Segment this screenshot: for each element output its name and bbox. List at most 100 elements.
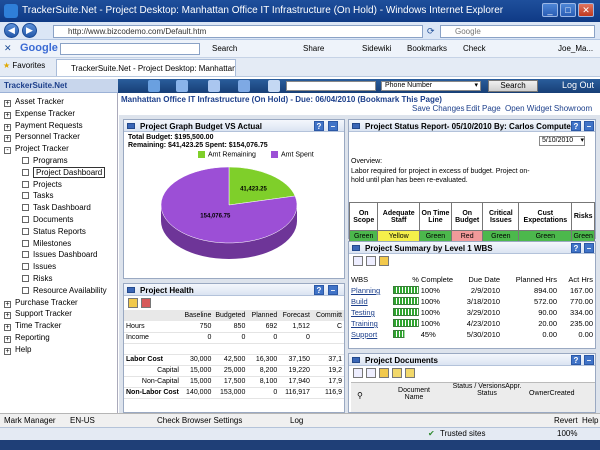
widget-showroom-link[interactable]: Open Widget Showroom (505, 104, 592, 113)
status-indicator[interactable]: Green (419, 230, 452, 242)
calendar-icon[interactable] (238, 80, 250, 92)
sidebar-item[interactable]: + Reporting (4, 333, 50, 343)
sidebar-item[interactable]: Milestones (22, 239, 71, 248)
col-status[interactable]: Status / VersionsAppr. Status (447, 383, 527, 397)
browser-tab[interactable]: TrackerSuite.Net - Project Desktop: Manh… (56, 59, 236, 76)
document-icon[interactable] (353, 256, 363, 266)
col-owner-created[interactable]: OwnerCreated (529, 390, 591, 397)
bookmarks-button[interactable]: Bookmarks (407, 44, 447, 53)
status-indicator[interactable]: Green (482, 230, 520, 242)
check-browser-link[interactable]: Check Browser Settings (157, 416, 242, 425)
sidebar-item[interactable]: Programs (22, 156, 68, 165)
google-search-input[interactable] (60, 43, 200, 55)
chart-icon[interactable] (208, 80, 220, 92)
favorites-button[interactable]: ★ Favorites (3, 61, 45, 70)
status-indicator[interactable]: Green (518, 230, 573, 242)
forward-button[interactable]: ▶ (22, 23, 37, 38)
wbs-link[interactable]: Training (351, 319, 378, 328)
sidebar-item[interactable]: + Expense Tracker (4, 109, 75, 119)
column-header[interactable]: Committ (311, 310, 344, 321)
app-search-input[interactable] (286, 81, 376, 91)
column-header[interactable]: Budgeted (213, 310, 248, 321)
copy-icon[interactable] (366, 368, 376, 378)
sidebar-item[interactable]: + Personnel Tracker (4, 132, 80, 143)
help-icon[interactable]: ? (571, 243, 581, 253)
sidebar-item[interactable]: + Help (4, 345, 31, 355)
share-button[interactable]: Share (303, 44, 324, 53)
sidebar-item[interactable]: + Payment Requests (4, 121, 83, 131)
edit-page-link[interactable]: Edit Page (466, 104, 501, 113)
browser-search-input[interactable]: Google (440, 25, 595, 38)
sidebar-item[interactable]: - Project Tracker (4, 144, 69, 155)
check-button[interactable]: Check (463, 44, 486, 53)
revert-link[interactable]: Revert (554, 416, 578, 425)
column-header[interactable]: Due Date (455, 274, 502, 285)
column-header[interactable] (124, 310, 181, 321)
sidebar-item[interactable]: Resource Availability (22, 286, 107, 295)
app-search-button[interactable]: Search (488, 80, 538, 92)
minimize-panel-icon[interactable]: – (584, 121, 594, 131)
sidewiki-button[interactable]: Sidewiki (362, 44, 391, 53)
column-header[interactable]: WBS (349, 274, 391, 285)
status-indicator[interactable]: Red (450, 230, 484, 242)
sidebar-item[interactable]: Risks (22, 274, 53, 283)
sidebar-item[interactable]: + Support Tracker (4, 309, 72, 320)
copy-icon[interactable] (366, 256, 376, 266)
close-button[interactable]: ✕ (578, 3, 594, 17)
column-header[interactable]: Act Hrs (559, 274, 595, 285)
column-header[interactable]: Baseline (180, 310, 214, 321)
wbs-link[interactable]: Testing (351, 308, 375, 317)
save-changes-link[interactable]: Save Changes (412, 104, 464, 113)
sidebar-item[interactable]: Tasks (22, 191, 53, 200)
col-document-name[interactable]: Document Name (389, 387, 439, 401)
sidebar-item[interactable]: Documents (22, 215, 73, 224)
wbs-link[interactable]: Build (351, 297, 368, 306)
status-indicator[interactable]: Yellow (377, 230, 421, 242)
column-header[interactable]: Planned Hrs (502, 274, 559, 285)
google-search-button[interactable]: Search (212, 44, 237, 53)
url-field[interactable]: http://www.bizcodemo.com/Default.htm (53, 25, 423, 38)
page-title[interactable]: Manhattan Office IT Infrastructure (On H… (121, 95, 442, 104)
column-header[interactable]: Planned (247, 310, 280, 321)
chart-edit-icon[interactable] (141, 298, 151, 308)
phone-number-select[interactable]: Phone Number ▾ (381, 81, 481, 91)
minimize-panel-icon[interactable]: – (584, 243, 594, 253)
wbs-link[interactable]: Planning (351, 286, 380, 295)
help-icon[interactable]: ? (571, 355, 581, 365)
sidebar-item[interactable]: Status Reports (22, 227, 86, 236)
zoom-level[interactable]: 100% (557, 429, 577, 438)
help-icon[interactable]: ? (314, 121, 324, 131)
column-header[interactable]: % Complete (391, 274, 455, 285)
status-indicator[interactable]: Green (571, 230, 595, 242)
back-button[interactable]: ◀ (4, 23, 19, 38)
help-link[interactable]: Help (582, 416, 598, 425)
checklist-icon[interactable] (268, 80, 280, 92)
minimize-button[interactable]: _ (542, 3, 558, 17)
sidebar-item[interactable]: Projects (22, 180, 62, 189)
sidebar-item[interactable]: Task Dashboard (22, 203, 91, 212)
sidebar-item[interactable]: + Asset Tracker (4, 97, 64, 107)
sidebar-item[interactable]: Issues (22, 262, 56, 271)
close-toolbar-icon[interactable]: ✕ (4, 43, 12, 54)
home-icon[interactable] (148, 80, 160, 92)
column-header[interactable]: Forecast (279, 310, 312, 321)
maximize-button[interactable]: □ (560, 3, 576, 17)
user-account[interactable]: Joe_Ma... (558, 44, 593, 53)
wbs-link[interactable]: Support (351, 330, 377, 339)
log-link[interactable]: Log (290, 416, 303, 425)
minimize-panel-icon[interactable]: – (328, 121, 338, 131)
sidebar-item[interactable]: Issues Dashboard (22, 250, 97, 259)
unlock-icon[interactable] (405, 368, 415, 378)
report-date-select[interactable]: 5/10/2010 ▾ (539, 136, 585, 146)
folder-icon[interactable] (379, 256, 389, 266)
minimize-panel-icon[interactable]: – (328, 285, 338, 295)
folder-icon[interactable] (379, 368, 389, 378)
help-icon[interactable]: ? (571, 121, 581, 131)
sidebar-item[interactable]: + Purchase Tracker (4, 298, 78, 308)
folder-icon[interactable] (128, 298, 138, 308)
minimize-panel-icon[interactable]: – (584, 355, 594, 365)
help-icon[interactable]: ? (314, 285, 324, 295)
lock-icon[interactable] (392, 368, 402, 378)
sidebar-item[interactable]: + Time Tracker (4, 321, 61, 332)
logout-link[interactable]: Log Out (562, 80, 594, 90)
